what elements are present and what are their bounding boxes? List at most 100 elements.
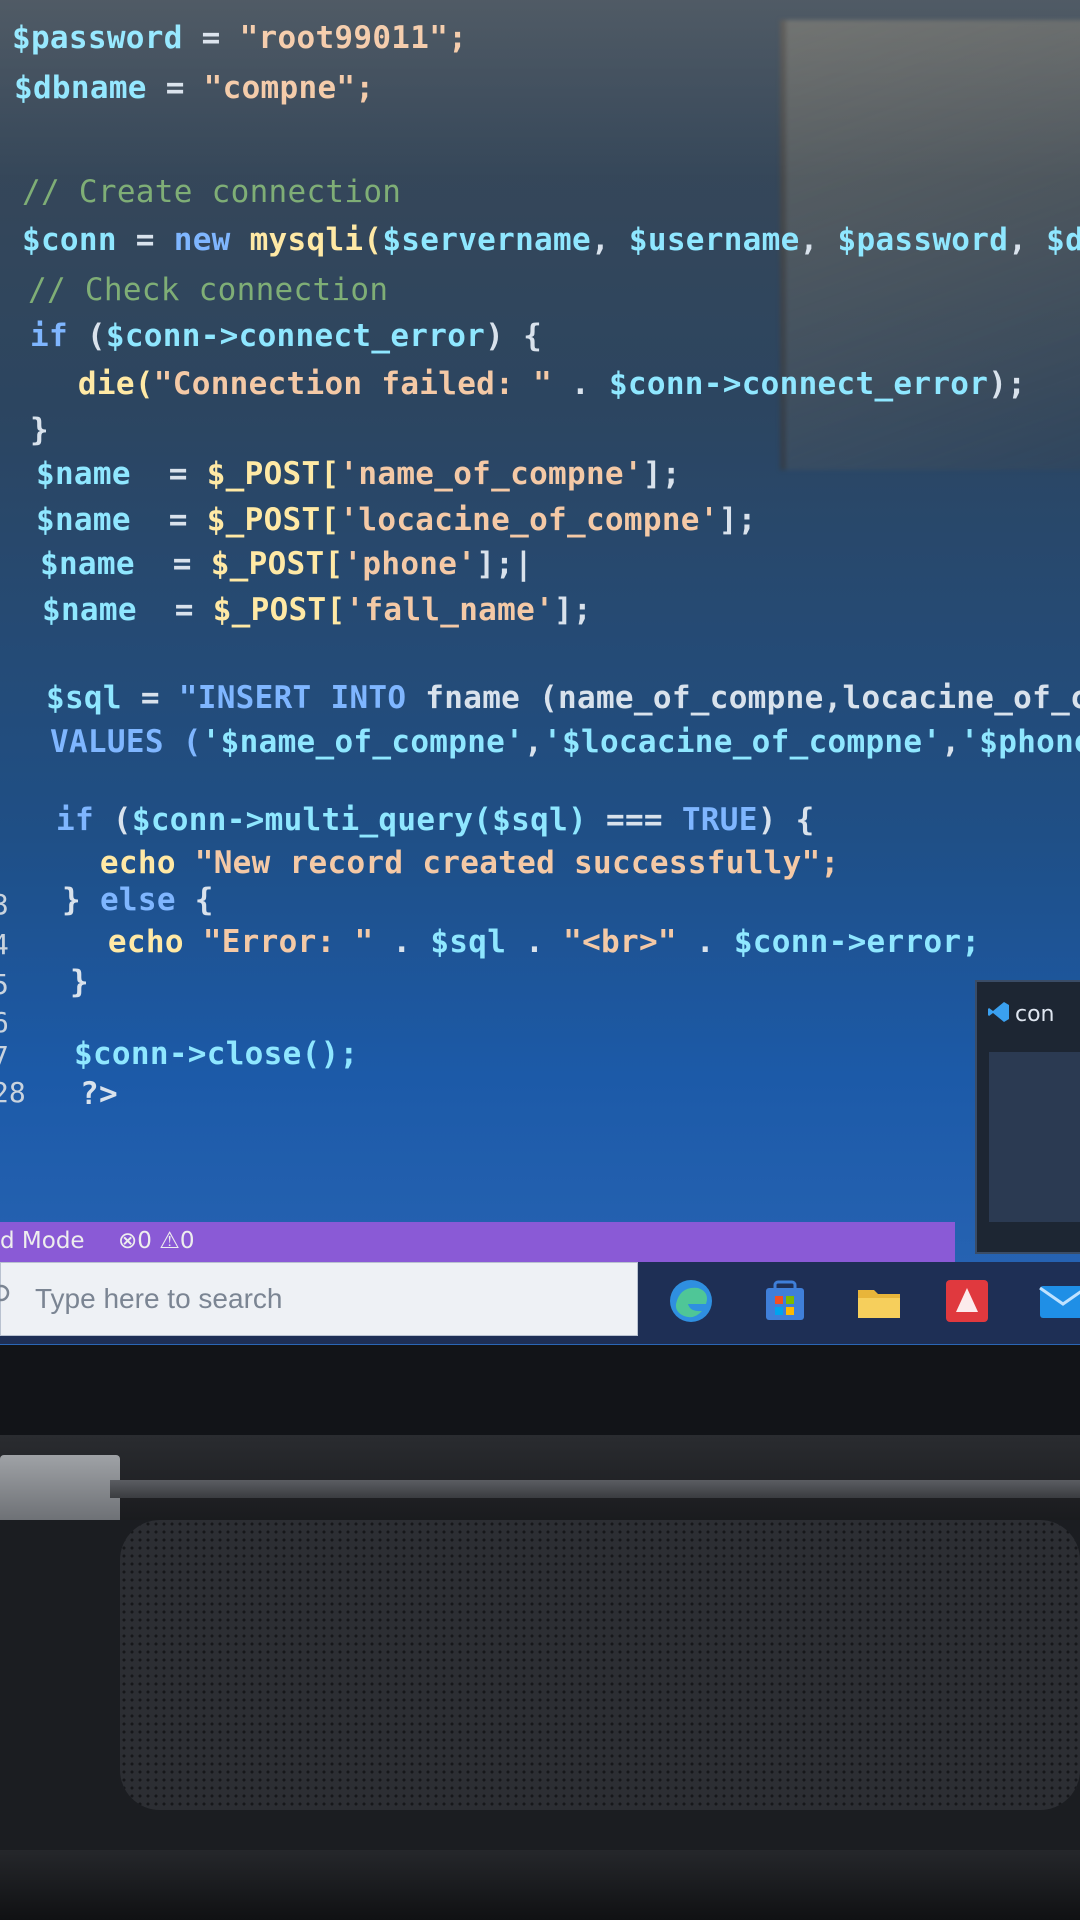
code-token: ,: [590, 222, 629, 258]
code-token: ) {: [757, 802, 815, 838]
line-number: 3: [0, 888, 9, 921]
code-token: 'locacine_of_compne': [339, 502, 719, 538]
hinge-bar: [110, 1480, 1080, 1498]
code-editor[interactable]: $password = "root99011"; $dbname = "comp…: [0, 0, 1080, 1220]
code-token: "root99011";: [239, 20, 468, 56]
code-token: .: [506, 924, 564, 960]
code-token: );: [988, 366, 1027, 402]
search-box[interactable]: Type here to search: [0, 1262, 638, 1336]
code-token: "<br>": [563, 924, 677, 960]
code-token: $_POST[: [206, 456, 340, 492]
code-line[interactable]: $password = "root99011";: [12, 18, 467, 58]
code-line[interactable]: if ($conn->connect_error) {: [30, 316, 542, 356]
code-line[interactable]: $conn->close();: [74, 1034, 358, 1074]
code-line[interactable]: $name = $_POST['phone'];|: [40, 544, 533, 584]
code-token: =: [130, 502, 207, 538]
code-token: $conn->error;: [733, 924, 981, 960]
code-token: "Error: ": [202, 924, 374, 960]
line-number: 5: [0, 968, 9, 1001]
code-line[interactable]: die("Connection failed: " . $conn->conne…: [40, 364, 1026, 404]
preview-thumbnail-image: [989, 1052, 1080, 1222]
code-token: $conn->connect_error: [608, 366, 989, 402]
code-token: $_POST[: [206, 502, 340, 538]
code-line[interactable]: $name = $_POST['fall_name'];: [42, 590, 592, 630]
code-line[interactable]: $sql = "INSERT INTO fname (name_of_compn…: [46, 678, 1080, 718]
code-token: '$phone': [960, 724, 1080, 760]
pdf-reader-icon[interactable]: [942, 1276, 992, 1326]
code-token: $username: [628, 222, 800, 258]
code-line[interactable]: $dbname = "compne";: [14, 68, 374, 108]
code-line[interactable]: }: [70, 962, 89, 1002]
code-token: $conn->multi_query($sql): [131, 802, 588, 838]
code-token: =: [121, 680, 179, 716]
code-token: $_POST[: [212, 592, 346, 628]
code-token: ,: [941, 724, 961, 760]
code-line[interactable]: $name = $_POST['name_of_compne'];: [36, 454, 681, 494]
code-token: $conn->connect_error: [105, 318, 486, 354]
code-token: $sql: [430, 924, 507, 960]
line-number: 7: [0, 1040, 9, 1073]
code-token: (: [112, 802, 132, 838]
code-token: ];: [642, 456, 681, 492]
code-token: mysqli(: [249, 222, 383, 258]
code-token: $conn: [22, 222, 117, 258]
code-line[interactable]: $conn = new mysqli($servername, $usernam…: [22, 220, 1080, 260]
code-line[interactable]: if ($conn->multi_query($sql) === TRUE) {: [56, 800, 815, 840]
code-token: .: [552, 366, 609, 402]
code-token: $name: [36, 456, 131, 492]
code-line[interactable]: }: [30, 410, 49, 450]
store-icon[interactable]: [760, 1276, 810, 1326]
code-line[interactable]: VALUES ('$name_of_compne','$locacine_of_…: [50, 722, 1080, 762]
code-line[interactable]: } else {: [62, 880, 214, 920]
speaker-grille: [120, 1520, 1080, 1810]
code-token: // Create connection: [22, 174, 402, 210]
code-token: // Check connection: [28, 272, 389, 308]
code-line[interactable]: ?>: [80, 1074, 118, 1114]
code-token: new: [173, 222, 250, 258]
code-token: '$locacine_of_compne': [543, 724, 942, 760]
monitor-screen: $password = "root99011"; $dbname = "comp…: [0, 0, 1080, 1345]
code-token: }: [62, 882, 100, 918]
code-token: else: [99, 882, 195, 918]
code-token: $sql: [46, 680, 122, 716]
code-token: "INSERT INTO: [178, 680, 426, 716]
code-token: "compne";: [203, 70, 375, 106]
file-explorer-icon[interactable]: [854, 1276, 904, 1326]
search-placeholder: Type here to search: [35, 1283, 283, 1314]
status-bar: d Mode ⊗0 ⚠0: [0, 1222, 955, 1262]
edge-browser-icon[interactable]: [666, 1276, 716, 1326]
code-line[interactable]: // Check connection: [28, 270, 388, 310]
code-line[interactable]: $name = $_POST['locacine_of_compne'];: [36, 500, 757, 540]
code-token: "New record created successfully";: [194, 845, 840, 881]
code-token: 'phone': [343, 546, 477, 582]
code-token: ];: [718, 502, 757, 538]
code-token: die(: [40, 366, 154, 402]
code-token: =: [146, 70, 204, 106]
code-token: {: [194, 882, 214, 918]
code-token: ?>: [80, 1076, 118, 1112]
code-line[interactable]: echo "Error: " . $sql . "<br>" . $conn->…: [70, 922, 980, 962]
code-line[interactable]: echo "New record created successfully";: [62, 843, 840, 883]
code-token: echo: [62, 845, 195, 881]
code-token: =: [116, 222, 174, 258]
code-token: $name: [42, 592, 137, 628]
status-mode[interactable]: d Mode: [0, 1228, 85, 1254]
code-token: ,: [524, 724, 544, 760]
mail-icon[interactable]: [1036, 1276, 1080, 1326]
code-token: $password: [837, 222, 1009, 258]
code-token: $dbnam: [1046, 222, 1080, 258]
status-problems[interactable]: ⊗0 ⚠0: [118, 1228, 194, 1254]
code-token: ,: [1008, 222, 1047, 258]
code-token: $servername: [382, 222, 591, 258]
code-token: (: [86, 318, 106, 354]
code-token: TRUE: [681, 802, 758, 838]
vscode-icon: [988, 1002, 1009, 1022]
code-token: =: [130, 456, 207, 492]
code-token: $dbname: [14, 70, 147, 106]
code-token: =: [134, 546, 211, 582]
code-token: fname (name_of_compne,locacine_of_compne…: [425, 680, 1080, 716]
vscode-taskbar-preview[interactable]: con: [975, 980, 1080, 1254]
code-token: $_POST[: [210, 546, 344, 582]
code-token: =: [182, 20, 240, 56]
code-line[interactable]: // Create connection: [22, 172, 401, 212]
